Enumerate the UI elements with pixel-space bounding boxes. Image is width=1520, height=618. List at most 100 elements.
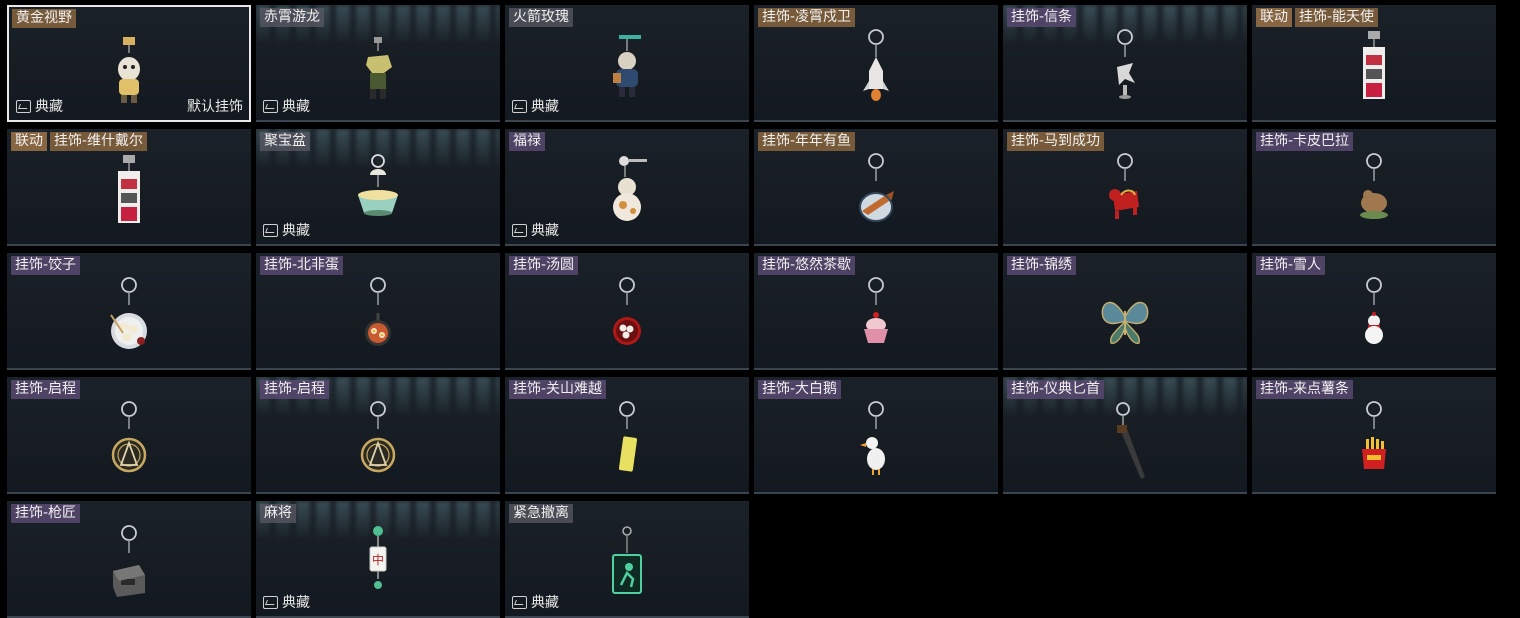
- collection-label: 典藏: [531, 595, 559, 611]
- charm-tags: 麻将: [260, 504, 296, 523]
- charm-tags: 福禄: [509, 132, 545, 151]
- collection-icon: [512, 223, 527, 237]
- charm-tags: 黄金视野: [12, 9, 76, 28]
- cupcake-charm-icon: [846, 275, 906, 360]
- charm-name-label: 挂饰-凌霄戍卫: [758, 8, 856, 27]
- bird-charm-icon: [1095, 27, 1155, 112]
- charm-tags: 挂饰-饺子: [11, 256, 81, 275]
- charm-name-label: 挂饰-汤圆: [509, 256, 579, 275]
- collection-icon: [512, 595, 527, 609]
- charm-tags: 挂饰-凌霄戍卫: [758, 8, 856, 27]
- charm-tags: 挂饰-汤圆: [509, 256, 579, 275]
- collection-badge: 典藏: [16, 96, 63, 116]
- dumpling-plate-charm-icon: [99, 275, 159, 360]
- charm-name-label: 挂饰-悠然茶歇: [758, 256, 856, 275]
- charm-tags: 挂饰-马到成功: [1007, 132, 1105, 151]
- charm-tags: 挂饰-大白鹅: [758, 380, 842, 399]
- compass-medal-charm-icon: [348, 399, 408, 484]
- battery-charm-icon: [597, 399, 657, 484]
- collection-badge: 典藏: [263, 96, 310, 116]
- charm-tags: 挂饰-仪典匕首: [1007, 380, 1105, 399]
- charm-tags: 挂饰-来点薯条: [1256, 380, 1354, 399]
- charm-card[interactable]: 挂饰-雪人: [1252, 253, 1496, 370]
- charm-card[interactable]: 挂饰-大白鹅: [754, 377, 998, 494]
- collection-icon: [512, 99, 527, 113]
- charm-card[interactable]: 挂饰-锦绣: [1003, 253, 1247, 370]
- charm-card[interactable]: 挂饰-仪典匕首: [1003, 377, 1247, 494]
- collection-badge: 典藏: [512, 592, 559, 612]
- charm-card[interactable]: 挂饰-饺子: [7, 253, 251, 370]
- charm-card[interactable]: 挂饰-启程: [7, 377, 251, 494]
- golden-figure-charm-icon: [99, 29, 159, 114]
- charm-tags: 挂饰-北非蛋: [260, 256, 344, 275]
- collection-badge: 典藏: [263, 592, 310, 612]
- charm-card[interactable]: 挂饰-启程: [256, 377, 500, 494]
- charm-tags: 挂饰-悠然茶歇: [758, 256, 856, 275]
- charm-name-label: 挂饰-仪典匕首: [1007, 380, 1105, 399]
- charm-name-label: 挂饰-关山难越: [509, 380, 607, 399]
- horse-charm-icon: [1095, 151, 1155, 236]
- charm-name-label: 挂饰-锦绣: [1007, 256, 1077, 275]
- charm-card[interactable]: 挂饰-凌霄戍卫: [754, 5, 998, 122]
- compass-medal-charm-icon: [99, 399, 159, 484]
- charm-name-label: 挂饰-启程: [11, 380, 81, 399]
- charm-card[interactable]: 麻将中典藏: [256, 501, 500, 618]
- dragon-figure-charm-icon: [348, 27, 408, 112]
- collection-icon: [16, 99, 31, 113]
- charm-tags: 紧急撤离: [509, 504, 573, 523]
- charm-card[interactable]: 聚宝盆典藏: [256, 129, 500, 246]
- svg-text:中: 中: [372, 552, 384, 567]
- collection-label: 典藏: [282, 223, 310, 239]
- charm-grid: 黄金视野 典藏 默认挂饰 赤霄游龙 典藏 火箭玫瑰 典藏 挂饰-凌霄戍卫 挂饰-信条 联动 挂饰-能…: [7, 5, 1496, 618]
- fish-charm-icon: [846, 151, 906, 236]
- charm-name-label: 挂饰-饺子: [11, 256, 81, 275]
- charm-card[interactable]: 火箭玫瑰典藏: [505, 5, 749, 122]
- rocket-rose-figure-charm-icon: [597, 27, 657, 112]
- charm-card[interactable]: 挂饰-枪匠: [7, 501, 251, 618]
- charm-name-label: 挂饰-启程: [260, 380, 330, 399]
- collection-badge: 典藏: [512, 96, 559, 116]
- charm-card[interactable]: 联动 挂饰-维什戴尔: [7, 129, 251, 246]
- treasure-bowl-charm-icon: [348, 151, 408, 236]
- charm-name-label: 挂饰-大白鹅: [758, 380, 842, 399]
- charm-card[interactable]: 挂饰-来点薯条: [1252, 377, 1496, 494]
- charm-card[interactable]: 挂饰-年年有鱼: [754, 129, 998, 246]
- collection-icon: [263, 595, 278, 609]
- charm-tags: 挂饰-雪人: [1256, 256, 1326, 275]
- charm-card[interactable]: 联动 挂饰-能天使: [1252, 5, 1496, 122]
- charm-tags: 挂饰-锦绣: [1007, 256, 1077, 275]
- dagger-charm-icon: [1095, 399, 1155, 484]
- charm-card[interactable]: 挂饰-卡皮巴拉: [1252, 129, 1496, 246]
- charm-name-label: 聚宝盆: [260, 132, 310, 151]
- card-charm-icon: [1344, 27, 1404, 112]
- collection-badge: 典藏: [263, 220, 310, 240]
- exit-sign-charm-icon: [597, 523, 657, 608]
- charm-tags: 赤霄游龙: [260, 8, 324, 27]
- charm-card[interactable]: 挂饰-关山难越: [505, 377, 749, 494]
- charm-card[interactable]: 挂饰-汤圆: [505, 253, 749, 370]
- charm-card[interactable]: 挂饰-悠然茶歇: [754, 253, 998, 370]
- charm-card[interactable]: 挂饰-信条: [1003, 5, 1247, 122]
- charm-card[interactable]: 紧急撤离典藏: [505, 501, 749, 618]
- charm-card[interactable]: 挂饰-马到成功: [1003, 129, 1247, 246]
- charm-name-label: 挂饰-卡皮巴拉: [1256, 132, 1354, 151]
- default-charm-label: 默认挂饰: [187, 99, 243, 115]
- charm-name-label: 挂饰-信条: [1007, 8, 1077, 27]
- collection-icon: [263, 99, 278, 113]
- charm-card[interactable]: 挂饰-北非蛋: [256, 253, 500, 370]
- charm-name-label: 黄金视野: [12, 9, 76, 28]
- collection-label: 典藏: [35, 99, 63, 115]
- charm-card[interactable]: 黄金视野典藏 默认挂饰: [7, 5, 251, 122]
- charm-name-label: 福禄: [509, 132, 545, 151]
- card-charm-icon: [99, 151, 159, 236]
- charm-card[interactable]: 赤霄游龙 典藏: [256, 5, 500, 122]
- tangyuan-bowl-charm-icon: [597, 275, 657, 360]
- charm-name-label: 挂饰-北非蛋: [260, 256, 344, 275]
- charm-card[interactable]: 福禄 典藏: [505, 129, 749, 246]
- collection-label: 典藏: [531, 99, 559, 115]
- charm-tags: 火箭玫瑰: [509, 8, 573, 27]
- charm-tags: 挂饰-卡皮巴拉: [1256, 132, 1354, 151]
- charm-tags: 挂饰-枪匠: [11, 504, 81, 523]
- charm-name-label: 赤霄游龙: [260, 8, 324, 27]
- charm-tags: 聚宝盆: [260, 132, 310, 151]
